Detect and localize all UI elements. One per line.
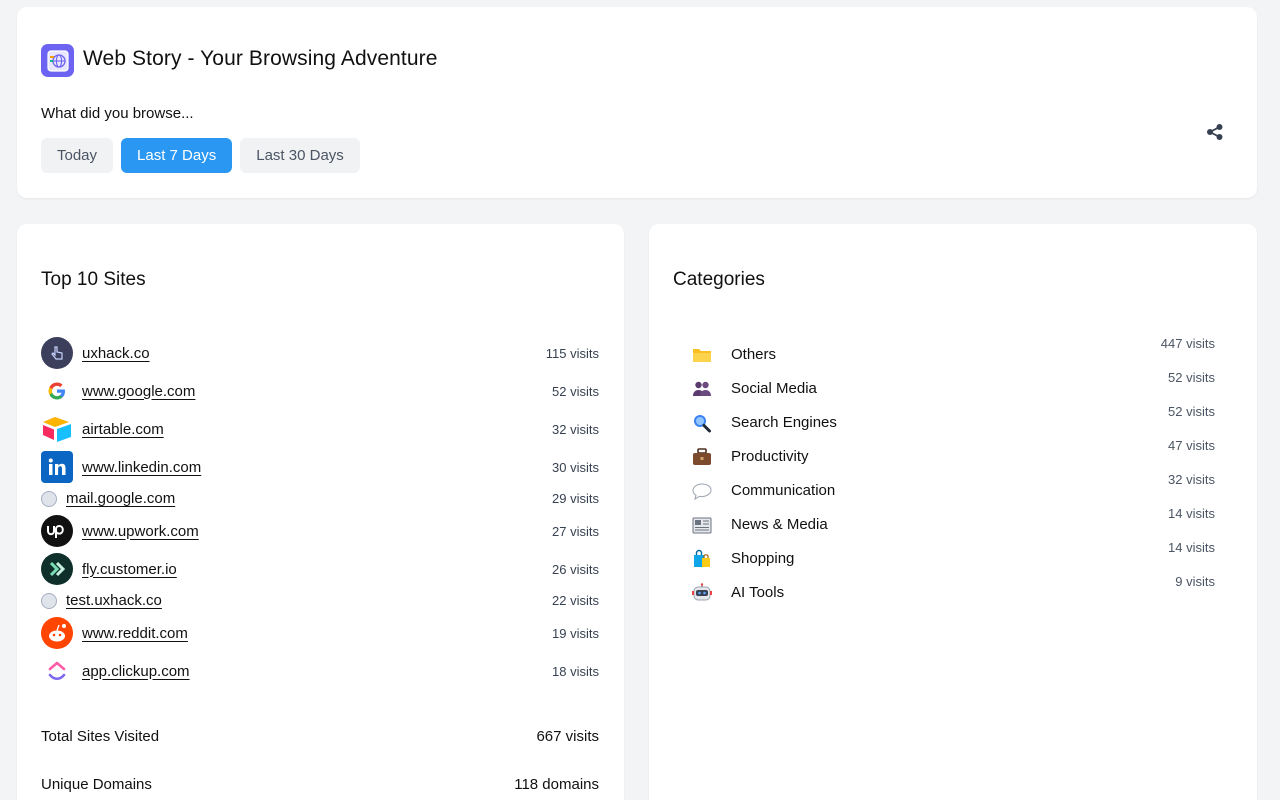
- site-link[interactable]: fly.customer.io: [82, 561, 177, 578]
- site-link[interactable]: app.clickup.com: [82, 663, 190, 680]
- reddit-favicon: [41, 617, 73, 649]
- top-sites-title: Top 10 Sites: [41, 269, 146, 290]
- speech-bubble-icon: [692, 483, 712, 501]
- newspaper-icon: [692, 517, 712, 534]
- people-icon: [693, 381, 711, 396]
- briefcase-icon: [693, 448, 711, 465]
- category-visits: 9 visits: [1175, 574, 1215, 589]
- site-row: fly.customer.io 26 visits: [41, 553, 599, 585]
- site-visits: 115 visits: [545, 345, 599, 361]
- google-favicon: [41, 375, 73, 407]
- category-row[interactable]: Others 447 visits: [691, 336, 1215, 371]
- category-visits: 14 visits: [1168, 540, 1215, 555]
- category-label: News & Media: [731, 516, 828, 533]
- site-row: www.upwork.com 27 visits: [41, 515, 599, 547]
- share-button[interactable]: [1203, 120, 1227, 144]
- category-label: Shopping: [731, 550, 795, 567]
- category-label: AI Tools: [731, 584, 785, 601]
- site-row: airtable.com 32 visits: [41, 413, 599, 445]
- range-today-button[interactable]: Today: [41, 138, 114, 173]
- date-range-selector: Today Last 7 Days Last 30 Days: [41, 138, 360, 173]
- category-visits: 32 visits: [1168, 472, 1215, 487]
- site-link[interactable]: uxhack.co: [82, 345, 150, 362]
- app-logo-icon: [41, 44, 74, 77]
- unique-domains-row: Unique Domains 118 domains: [41, 776, 599, 793]
- category-row[interactable]: Social Media 52 visits: [691, 370, 1215, 405]
- top-sites-card: Top 10 Sites uxhack.co 115 visits www.go…: [17, 224, 624, 800]
- site-row: www.google.com 52 visits: [41, 375, 599, 407]
- clickup-favicon: [41, 655, 73, 687]
- category-row[interactable]: News & Media 14 visits: [691, 506, 1215, 541]
- site-row: www.reddit.com 19 visits: [41, 617, 599, 649]
- site-row: www.linkedin.com 30 visits: [41, 451, 599, 483]
- category-visits: 447 visits: [1160, 336, 1215, 351]
- site-link[interactable]: airtable.com: [82, 421, 164, 438]
- site-row: uxhack.co 115 visits: [41, 337, 599, 369]
- header-card: Web Story - Your Browsing Adventure What…: [17, 7, 1257, 198]
- categories-title: Categories: [673, 269, 765, 290]
- site-visits: 22 visits: [552, 593, 599, 608]
- unique-domains-label: Unique Domains: [41, 776, 152, 793]
- category-row[interactable]: Communication 32 visits: [691, 472, 1215, 507]
- browse-prompt: What did you browse...: [41, 105, 194, 122]
- site-visits: 26 visits: [552, 561, 599, 577]
- magnifier-icon: [694, 415, 711, 433]
- site-visits: 32 visits: [552, 421, 599, 437]
- globe-icon: [41, 592, 57, 609]
- site-link[interactable]: test.uxhack.co: [66, 592, 162, 609]
- category-row[interactable]: Search Engines 52 visits: [691, 404, 1215, 439]
- airtable-favicon: [41, 413, 73, 445]
- category-row[interactable]: AI Tools 9 visits: [691, 574, 1215, 609]
- folder-icon: [693, 349, 711, 362]
- category-label: Others: [731, 346, 777, 363]
- site-row: app.clickup.com 18 visits: [41, 655, 599, 687]
- unique-domains-value: 118 domains: [514, 776, 599, 793]
- total-sites-value: 667 visits: [536, 728, 599, 745]
- site-link[interactable]: mail.google.com: [66, 490, 175, 507]
- linkedin-favicon: [41, 451, 73, 483]
- globe-icon: [41, 490, 57, 507]
- site-link[interactable]: www.google.com: [82, 383, 195, 400]
- range-last-7-days-button[interactable]: Last 7 Days: [121, 138, 233, 173]
- site-visits: 27 visits: [552, 523, 599, 539]
- range-last-30-days-button[interactable]: Last 30 Days: [240, 138, 360, 173]
- site-visits: 29 visits: [552, 491, 599, 506]
- upwork-favicon: [41, 515, 73, 547]
- category-label: Productivity: [731, 448, 809, 465]
- total-sites-row: Total Sites Visited 667 visits: [41, 728, 599, 745]
- category-visits: 52 visits: [1168, 404, 1215, 419]
- site-row: test.uxhack.co 22 visits: [41, 592, 599, 609]
- categories-card: Categories Others 447 visits Social Medi…: [649, 224, 1257, 800]
- category-visits: 14 visits: [1168, 506, 1215, 521]
- category-row[interactable]: Shopping 14 visits: [691, 540, 1215, 575]
- shopping-bags-icon: [694, 549, 710, 567]
- robot-icon: [692, 583, 712, 601]
- site-row: mail.google.com 29 visits: [41, 490, 599, 507]
- category-row[interactable]: Productivity 47 visits: [691, 438, 1215, 473]
- customerio-favicon: [41, 553, 73, 585]
- site-visits: 18 visits: [552, 663, 599, 679]
- category-label: Communication: [731, 482, 836, 499]
- site-link[interactable]: www.linkedin.com: [82, 459, 201, 476]
- site-visits: 30 visits: [552, 459, 599, 475]
- site-link[interactable]: www.reddit.com: [82, 625, 188, 642]
- category-visits: 47 visits: [1168, 438, 1215, 453]
- total-sites-label: Total Sites Visited: [41, 728, 160, 745]
- site-visits: 52 visits: [552, 383, 599, 399]
- category-label: Social Media: [731, 380, 817, 397]
- app-title: Web Story - Your Browsing Adventure: [83, 47, 438, 70]
- category-label: Search Engines: [731, 414, 837, 431]
- uxhack-favicon: [41, 337, 73, 369]
- share-icon: [1207, 124, 1223, 140]
- site-visits: 19 visits: [552, 625, 599, 641]
- category-visits: 52 visits: [1168, 370, 1215, 385]
- site-link[interactable]: www.upwork.com: [82, 523, 199, 540]
